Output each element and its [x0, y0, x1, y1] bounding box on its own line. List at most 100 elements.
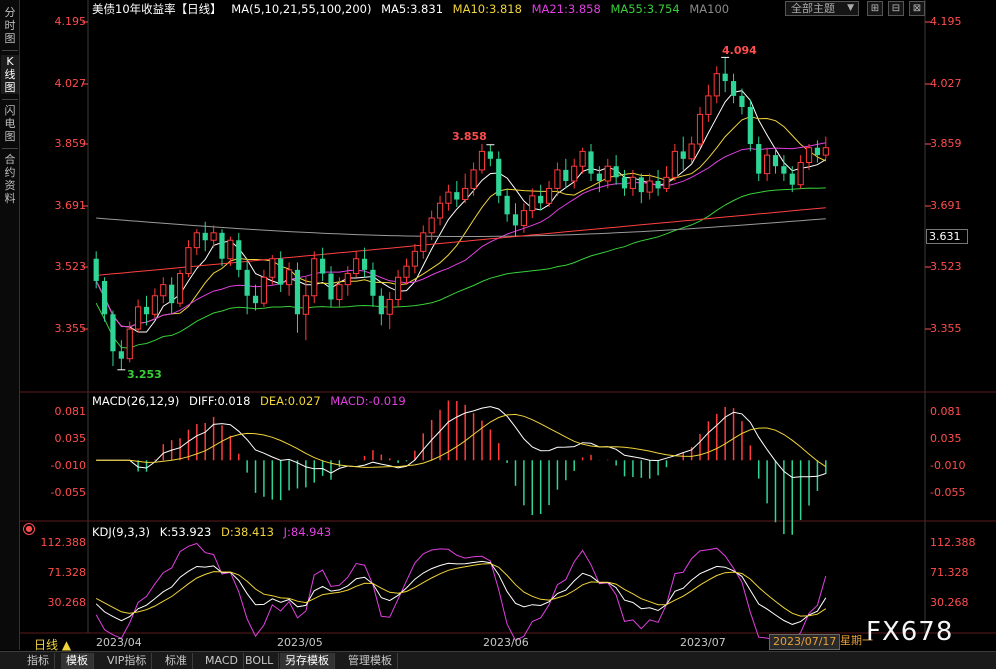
candle-body	[386, 298, 393, 315]
candle-body	[646, 180, 653, 193]
window-minimize-button[interactable]: ⊟	[888, 1, 904, 16]
macd-tick-right: -0.055	[930, 486, 966, 499]
candle-body	[571, 165, 578, 182]
tab-standard[interactable]: 标准	[160, 653, 193, 669]
candle-body	[554, 169, 561, 189]
macd-panel	[96, 400, 827, 535]
kdj-legend: KDJ(9,3,3) K:53.923 D:38.413 J:84.943	[92, 524, 337, 540]
ma-params: MA(5,10,21,55,100,200)	[231, 2, 372, 16]
candle-body	[227, 239, 234, 260]
candle-body	[655, 181, 661, 189]
candle-body	[756, 144, 762, 174]
candle-body	[772, 155, 779, 167]
candle-body	[285, 269, 293, 286]
cursor-date: 2023/07/17	[769, 634, 841, 650]
candle-body	[747, 106, 753, 144]
candle-body	[101, 280, 108, 315]
window-grid-button[interactable]: ⊞	[867, 1, 883, 16]
candle-body	[420, 232, 427, 252]
tab-flash[interactable]: 闪电图	[1, 104, 19, 143]
macd-tick: 0.081	[54, 405, 87, 418]
date-label: 2023/05	[277, 636, 323, 649]
left-tick: 4.195	[54, 15, 87, 28]
left-toolbar: 分时图 K线图 闪电图 合约资料	[0, 0, 20, 650]
date-label: 2023/06	[483, 636, 529, 649]
candle-body	[93, 258, 99, 281]
candle-body	[680, 151, 686, 159]
right-tick: 3.691	[930, 199, 962, 212]
macd-value: MACD:-0.019	[330, 394, 406, 408]
candle-body	[579, 150, 586, 167]
candle-body	[496, 158, 502, 196]
divider	[2, 99, 18, 100]
candle-body	[302, 295, 309, 315]
candle-body	[269, 258, 276, 278]
candle-body	[487, 151, 493, 159]
last-price-tag: 3.631	[926, 229, 968, 244]
tab-manage-templates[interactable]: 管理模板	[343, 653, 398, 669]
candle-body	[588, 151, 594, 174]
candle-body	[722, 73, 728, 82]
ma5-line	[95, 90, 827, 333]
candle-body	[596, 173, 602, 182]
left-tick: 3.355	[54, 322, 87, 335]
right-tick: 4.195	[930, 15, 962, 28]
macd-legend: MACD(26,12,9) DIFF:0.018 DEA:0.027 MACD:…	[92, 393, 412, 409]
candle-body	[126, 328, 133, 360]
candle-body	[688, 143, 695, 160]
candle-body	[252, 295, 259, 304]
tab-indicators[interactable]: 指标	[22, 653, 55, 669]
candle-body	[529, 195, 536, 212]
candle-body	[705, 95, 712, 115]
candle-body	[638, 177, 644, 193]
tab-save-template[interactable]: 另存模板	[280, 653, 335, 669]
candle-body	[462, 187, 469, 201]
candle-body	[378, 295, 384, 315]
kdj-tick-right: 112.388	[930, 536, 976, 549]
candle-body	[118, 351, 124, 359]
candle-body	[336, 284, 343, 300]
candle-body	[311, 258, 318, 297]
candle-body	[395, 276, 402, 300]
instrument-title: 美债10年收益率	[92, 2, 176, 16]
tab-kline[interactable]: K线图	[1, 55, 19, 94]
chart-canvas[interactable]	[20, 0, 996, 650]
tab-contract-info[interactable]: 合约资料	[1, 153, 19, 205]
left-tick: 3.859	[54, 137, 87, 150]
candle-body	[169, 284, 175, 304]
watermark-logo: FX678	[866, 617, 954, 647]
window-close-button[interactable]: ⊠	[909, 1, 925, 16]
candle-body	[478, 150, 486, 171]
macd-dea: DEA:0.027	[260, 394, 321, 408]
tab-macd[interactable]: MACD	[200, 653, 244, 669]
kdj-j-line	[95, 542, 827, 642]
ma21-value: MA21:3.858	[531, 2, 601, 16]
ma5-value: MA5:3.831	[381, 2, 444, 16]
candle-body	[613, 166, 619, 178]
period-tag: 【日线】	[175, 2, 222, 16]
date-axis: 日线 ▲ 2023/04 2023/05 2023/06 2023/07 202…	[20, 633, 996, 652]
kdj-settings-icon[interactable]: ●	[23, 523, 35, 535]
macd-tick-right: 0.081	[930, 405, 962, 418]
candle-body	[202, 232, 208, 241]
tab-vip-indicators[interactable]: VIP指标	[102, 653, 153, 669]
candle-body	[621, 177, 628, 189]
divider	[2, 50, 18, 51]
right-tick: 3.859	[930, 137, 962, 150]
macd-tick: -0.010	[50, 459, 86, 472]
candle-body	[604, 165, 611, 182]
theme-dropdown[interactable]: 全部主题 ▼	[785, 1, 859, 16]
tab-boll[interactable]: BOLL	[240, 653, 280, 669]
tab-templates[interactable]: 模板	[61, 653, 94, 669]
macd-tick-right: 0.035	[930, 432, 962, 445]
candle-body	[512, 214, 519, 226]
candles	[93, 56, 829, 371]
candle-body	[436, 202, 444, 219]
candle-body	[151, 295, 158, 315]
candle-body	[361, 258, 368, 270]
kdj-panel	[95, 542, 827, 642]
tab-timeshare[interactable]: 分时图	[1, 6, 19, 45]
low-label: 3.253	[127, 368, 162, 381]
kdj-k-line	[95, 560, 827, 625]
left-tick: 3.691	[54, 199, 87, 212]
